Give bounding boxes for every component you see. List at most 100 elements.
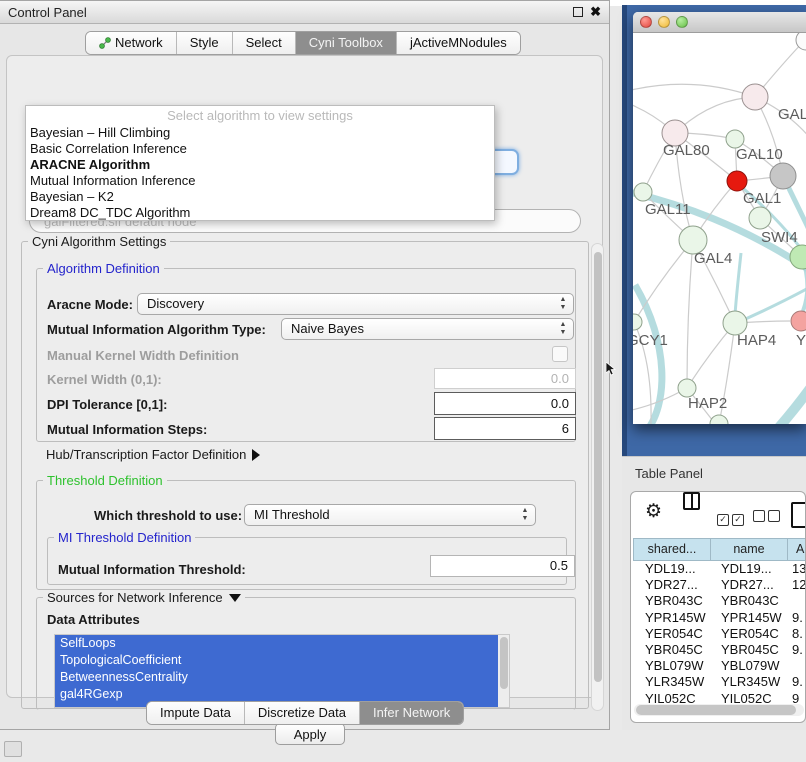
hub-definition-toggle[interactable]: Hub/Transcription Factor Definition	[46, 447, 260, 462]
table-row[interactable]: YBL079WYBL079W	[633, 658, 806, 674]
network-node[interactable]	[710, 415, 728, 424]
network-canvas[interactable]: GALGAL80GAL10GAL1GAL11SWI4GAL4GCY1HAP4YH…	[633, 33, 806, 424]
network-edge[interactable]	[745, 383, 806, 424]
data-attributes-list[interactable]: SelfLoopsTopologicalCoefficientBetweenne…	[54, 634, 510, 708]
aracne-mode-select[interactable]: Discovery ▲▼	[137, 293, 574, 315]
table-horizontal-scrollbar[interactable]	[634, 704, 804, 716]
table-row[interactable]: YLR345WYLR345W9.	[633, 674, 806, 690]
table-cell: YER054C	[711, 626, 788, 642]
tab-style[interactable]: Style	[177, 32, 233, 54]
network-view-window: GALGAL80GAL10GAL1GAL11SWI4GAL4GCY1HAP4YH…	[633, 12, 806, 424]
list-scrollbar[interactable]	[498, 635, 509, 707]
cyni-algorithm-settings-group: Cyni Algorithm Settings Algorithm Defini…	[21, 241, 589, 709]
algorithm-option[interactable]: Mutual Information Inference	[26, 173, 494, 189]
node-label: GAL11	[645, 201, 691, 218]
algorithm-option[interactable]: Bayesian – Hill Climbing	[26, 125, 494, 141]
network-desktop: GALGAL80GAL10GAL1GAL11SWI4GAL4GCY1HAP4YH…	[622, 5, 806, 456]
tab-select[interactable]: Select	[233, 32, 296, 54]
aracne-mode-value: Discovery	[147, 296, 204, 311]
table-row[interactable]: YBR043CYBR043C	[633, 593, 806, 609]
float-icon[interactable]	[573, 7, 583, 17]
apply-button[interactable]: Apply	[275, 723, 345, 745]
dpi-tolerance-label: DPI Tolerance [0,1]:	[47, 397, 167, 412]
tab-impute-data[interactable]: Impute Data	[147, 702, 245, 724]
data-attribute-item[interactable]: TopologicalCoefficient	[55, 652, 498, 669]
table-column-header[interactable]: A	[788, 538, 806, 561]
manual-kernel-checkbox[interactable]	[552, 346, 568, 362]
algorithm-option[interactable]: Bayesian – K2	[26, 189, 494, 205]
network-node[interactable]	[633, 314, 642, 330]
table-row[interactable]: YPR145WYPR145W9.	[633, 610, 806, 626]
network-node[interactable]	[727, 171, 747, 191]
mac-minimize-button[interactable]	[658, 16, 670, 28]
node-label: GCY1	[633, 332, 668, 349]
algorithm-option[interactable]: ARACNE Algorithm	[26, 157, 494, 173]
application-window: Control Panel ✖ NetworkStyleSelectCyni T…	[0, 0, 806, 762]
algorithm-option[interactable]: Basic Correlation Inference	[26, 141, 494, 157]
columns-icon[interactable]	[683, 492, 700, 510]
network-edge[interactable]	[635, 285, 662, 424]
table-cell: 9.	[788, 610, 806, 626]
network-edge[interactable]	[634, 240, 693, 322]
unchecked-pair-icon[interactable]	[753, 509, 783, 527]
table-column-header[interactable]: name	[711, 538, 788, 561]
mi-steps-field[interactable]: 6	[434, 417, 576, 440]
control-panel-tab-bar: NetworkStyle Select Cyni ToolboxjActiveMNo…	[85, 31, 521, 55]
tab-label: Impute Data	[160, 702, 231, 724]
node-label: GAL10	[736, 146, 783, 163]
table-row[interactable]: YBR045CYBR045C9.	[633, 642, 806, 658]
tab-jactivemnodules[interactable]: jActiveMNodules	[397, 32, 520, 54]
table-cell: YBR043C	[711, 593, 788, 609]
network-node[interactable]	[749, 207, 771, 229]
network-window-titlebar	[633, 12, 806, 33]
table-panel: Table Panel ⚙ ✓✓ shared...nameA YDL19...…	[622, 456, 806, 730]
which-threshold-select[interactable]: MI Threshold ▲▼	[244, 504, 536, 526]
kernel-width-field[interactable]: 0.0	[434, 368, 576, 389]
network-node[interactable]	[791, 311, 806, 331]
gear-icon[interactable]: ⚙	[645, 502, 662, 522]
network-edge[interactable]	[633, 84, 755, 97]
close-icon[interactable]: ✖	[590, 4, 601, 20]
aracne-mode-label: Aracne Mode:	[47, 297, 133, 312]
node-label: GAL1	[743, 190, 781, 207]
settings-scrollbar[interactable]	[591, 243, 604, 711]
data-attribute-item[interactable]: SelfLoops	[55, 635, 498, 652]
stepper-arrows-icon: ▲▼	[557, 296, 569, 312]
table-row[interactable]: YDL19...YDL19...13	[633, 561, 806, 577]
network-edge[interactable]	[687, 240, 693, 388]
expanded-arrow-icon	[229, 594, 241, 602]
network-node[interactable]	[634, 183, 652, 201]
table-cell: 8.	[788, 626, 806, 642]
table-row[interactable]: YER054CYER054C8.	[633, 626, 806, 642]
network-edge[interactable]	[735, 253, 741, 315]
tab-infer-network[interactable]: Infer Network	[360, 702, 463, 724]
table-cell: YBL079W	[711, 658, 788, 674]
algorithm-dropdown-list: Bayesian – Hill ClimbingBasic Correlatio…	[26, 125, 494, 221]
document-icon[interactable]	[791, 502, 806, 528]
checked-pair-icon[interactable]: ✓✓	[717, 509, 747, 527]
threshold-definition-title: Threshold Definition	[43, 473, 167, 488]
tab-label: Select	[246, 32, 282, 54]
table-column-header[interactable]: shared...	[633, 538, 711, 561]
table-cell: YBL079W	[633, 658, 711, 674]
table-row[interactable]: YDR27...YDR27...12	[633, 577, 806, 593]
data-attribute-item[interactable]: BetweennessCentrality	[55, 669, 498, 686]
mi-type-select[interactable]: Naive Bayes ▲▼	[281, 318, 574, 340]
tab-discretize-data[interactable]: Discretize Data	[245, 702, 360, 724]
algorithm-option[interactable]: Dream8 DC_TDC Algorithm	[26, 205, 494, 221]
dpi-tolerance-field[interactable]: 0.0	[434, 392, 576, 415]
mac-close-button[interactable]	[640, 16, 652, 28]
network-node[interactable]	[770, 163, 796, 189]
window-grip-icon[interactable]	[4, 741, 22, 757]
mac-zoom-button[interactable]	[676, 16, 688, 28]
tab-network[interactable]: Network	[86, 32, 177, 54]
tab-cyni-toolbox[interactable]: Cyni Toolbox	[296, 32, 397, 54]
network-node[interactable]	[742, 84, 768, 110]
table-cell: 9.	[788, 674, 806, 690]
mi-threshold-field[interactable]: 0.5	[430, 555, 575, 577]
sources-title[interactable]: Sources for Network Inference	[43, 590, 245, 605]
tab-label: Discretize Data	[258, 702, 346, 724]
threshold-definition-group: Threshold Definition Which threshold to …	[36, 480, 576, 590]
table-cell: YDL19...	[633, 561, 711, 577]
node-label: GAL4	[694, 250, 732, 267]
